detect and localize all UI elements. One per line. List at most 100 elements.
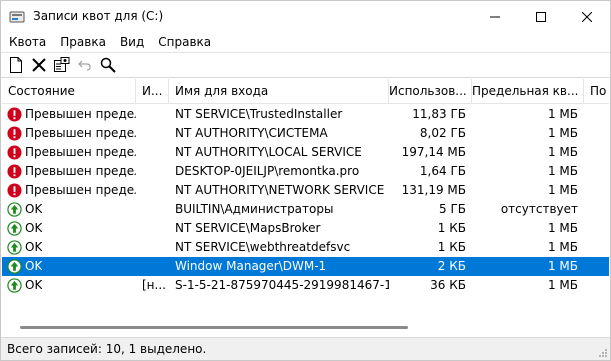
horizontal-scrollbar[interactable] (2, 319, 609, 334)
used-cell: 1,64 ГБ (419, 164, 466, 178)
limit-exceeded-icon (7, 183, 22, 198)
login-cell: S-1-5-21-875970445-2919981467-149... (175, 278, 389, 292)
new-quota-button[interactable] (4, 54, 27, 76)
status-cell: OK (2, 257, 136, 276)
minimize-icon (490, 16, 500, 17)
menu-edit[interactable]: Правка (53, 32, 113, 52)
table-row[interactable]: OK [н... S-1-5-21-875970445-2919981467-149… (2, 276, 609, 295)
percent-cell (584, 238, 609, 257)
delete-button[interactable] (27, 54, 50, 76)
status-text: Превышен предел (25, 183, 136, 197)
table-row[interactable]: Превышен предел NT SERVICE\TrustedInstall… (2, 105, 609, 124)
login-cell: Window Manager\DWM-1 (175, 259, 327, 273)
ok-status-icon (7, 278, 22, 293)
maximize-button[interactable] (518, 1, 564, 32)
limit-exceeded-icon (7, 145, 22, 160)
name-cell (136, 257, 169, 276)
name-cell (136, 200, 169, 219)
column-header-status[interactable]: Состояние (2, 79, 136, 104)
properties-button[interactable] (50, 54, 73, 76)
column-header-limit[interactable]: Предельная кв... (472, 79, 584, 104)
table-row[interactable]: Превышен предел DESKTOP-0JEILJP\remontka.… (2, 162, 609, 181)
percent-cell (584, 105, 609, 124)
minimize-button[interactable] (472, 1, 518, 32)
status-cell: OK (2, 276, 136, 295)
resize-grip-icon[interactable] (598, 348, 608, 358)
quota-entries-window: Записи квот для (C:) Квота Правка Вид Сп… (0, 0, 611, 361)
find-button[interactable] (96, 54, 119, 76)
status-text: OK (25, 259, 43, 273)
status-text: Превышен предел (25, 145, 136, 159)
quota-entries-list[interactable]: Состояние И... Имя для входа Использов..… (2, 79, 609, 334)
login-cell: DESKTOP-0JEILJP\remontka.pro (175, 164, 360, 178)
name-cell (136, 219, 169, 238)
limit-cell: 1 МБ (547, 145, 578, 159)
name-cell (136, 238, 169, 257)
status-text: OK (25, 278, 43, 292)
percent-cell (584, 219, 609, 238)
column-header-login[interactable]: Имя для входа (169, 79, 389, 104)
percent-cell (584, 181, 609, 200)
percent-cell (584, 143, 609, 162)
scrollbar-thumb[interactable] (20, 326, 408, 329)
used-cell: 5 ГБ (439, 202, 466, 216)
limit-exceeded-icon (7, 126, 22, 141)
menu-help[interactable]: Справка (151, 32, 218, 52)
title-bar[interactable]: Записи квот для (C:) (1, 1, 610, 32)
window-title: Записи квот для (C:) (33, 9, 164, 23)
limit-cell: 1 МБ (547, 240, 578, 254)
used-cell: 1 КБ (437, 221, 466, 235)
login-cell: NT SERVICE\TrustedInstaller (175, 107, 343, 121)
close-button[interactable] (564, 1, 610, 32)
status-text: Всего записей: 10, 1 выделено. (7, 342, 207, 356)
quota-app-icon (9, 11, 25, 23)
table-row[interactable]: Превышен предел NT AUTHORITY\NETWORK SERV… (2, 181, 609, 200)
undo-button[interactable] (73, 54, 96, 76)
percent-cell (584, 124, 609, 143)
column-header-name[interactable]: И... (136, 79, 169, 104)
status-text: Превышен предел (25, 126, 136, 140)
table-row[interactable]: OK BUILTIN\Администраторы 5 ГБ отсутствует (2, 200, 609, 219)
status-cell: OK (2, 238, 136, 257)
menu-quota[interactable]: Квота (1, 32, 53, 52)
percent-cell (584, 162, 609, 181)
name-cell (136, 162, 169, 181)
limit-cell: 1 МБ (547, 107, 578, 121)
limit-cell: 1 МБ (547, 164, 578, 178)
find-icon (100, 57, 116, 73)
login-cell: BUILTIN\Администраторы (175, 202, 334, 216)
status-cell: OK (2, 200, 136, 219)
menu-bar: Квота Правка Вид Справка (1, 32, 610, 52)
undo-icon (77, 60, 91, 71)
ok-status-icon (7, 221, 22, 236)
table-row[interactable]: Превышен предел NT AUTHORITY\СИСТЕМА 8,02 … (2, 124, 609, 143)
login-cell: NT AUTHORITY\СИСТЕМА (175, 126, 328, 140)
login-cell: NT SERVICE\webthreatdefsvc (175, 240, 351, 254)
properties-icon (54, 57, 70, 72)
table-row[interactable]: Превышен предел NT AUTHORITY\LOCAL SERVIC… (2, 143, 609, 162)
used-cell: 8,02 ГБ (419, 126, 466, 140)
status-cell: Превышен предел (2, 124, 136, 143)
toolbar-divider (1, 77, 610, 78)
login-cell: NT AUTHORITY\LOCAL SERVICE (175, 145, 362, 159)
status-text: Превышен предел (25, 107, 136, 121)
used-cell: 131,19 МБ (401, 183, 466, 197)
status-text: OK (25, 221, 43, 235)
status-cell: Превышен предел (2, 181, 136, 200)
table-row[interactable]: OK NT SERVICE\MapsBroker 1 КБ 1 МБ (2, 219, 609, 238)
ok-status-icon (7, 259, 22, 274)
table-row[interactable]: OK NT SERVICE\webthreatdefsvc 1 КБ 1 МБ (2, 238, 609, 257)
new-quota-icon (9, 57, 22, 73)
column-header-used[interactable]: Использов... (389, 79, 472, 104)
table-row[interactable]: OK Window Manager\DWM-1 2 КБ 1 МБ (2, 257, 609, 276)
used-cell: 36 КБ (430, 278, 466, 292)
limit-cell: 1 МБ (547, 183, 578, 197)
limit-cell: 1 МБ (547, 126, 578, 140)
status-cell: Превышен предел (2, 105, 136, 124)
limit-exceeded-icon (7, 107, 22, 122)
menu-view[interactable]: Вид (113, 32, 151, 52)
status-cell: OK (2, 219, 136, 238)
used-cell: 1 КБ (437, 240, 466, 254)
column-header-percent[interactable]: По (584, 79, 609, 104)
login-cell: NT SERVICE\MapsBroker (175, 221, 321, 235)
